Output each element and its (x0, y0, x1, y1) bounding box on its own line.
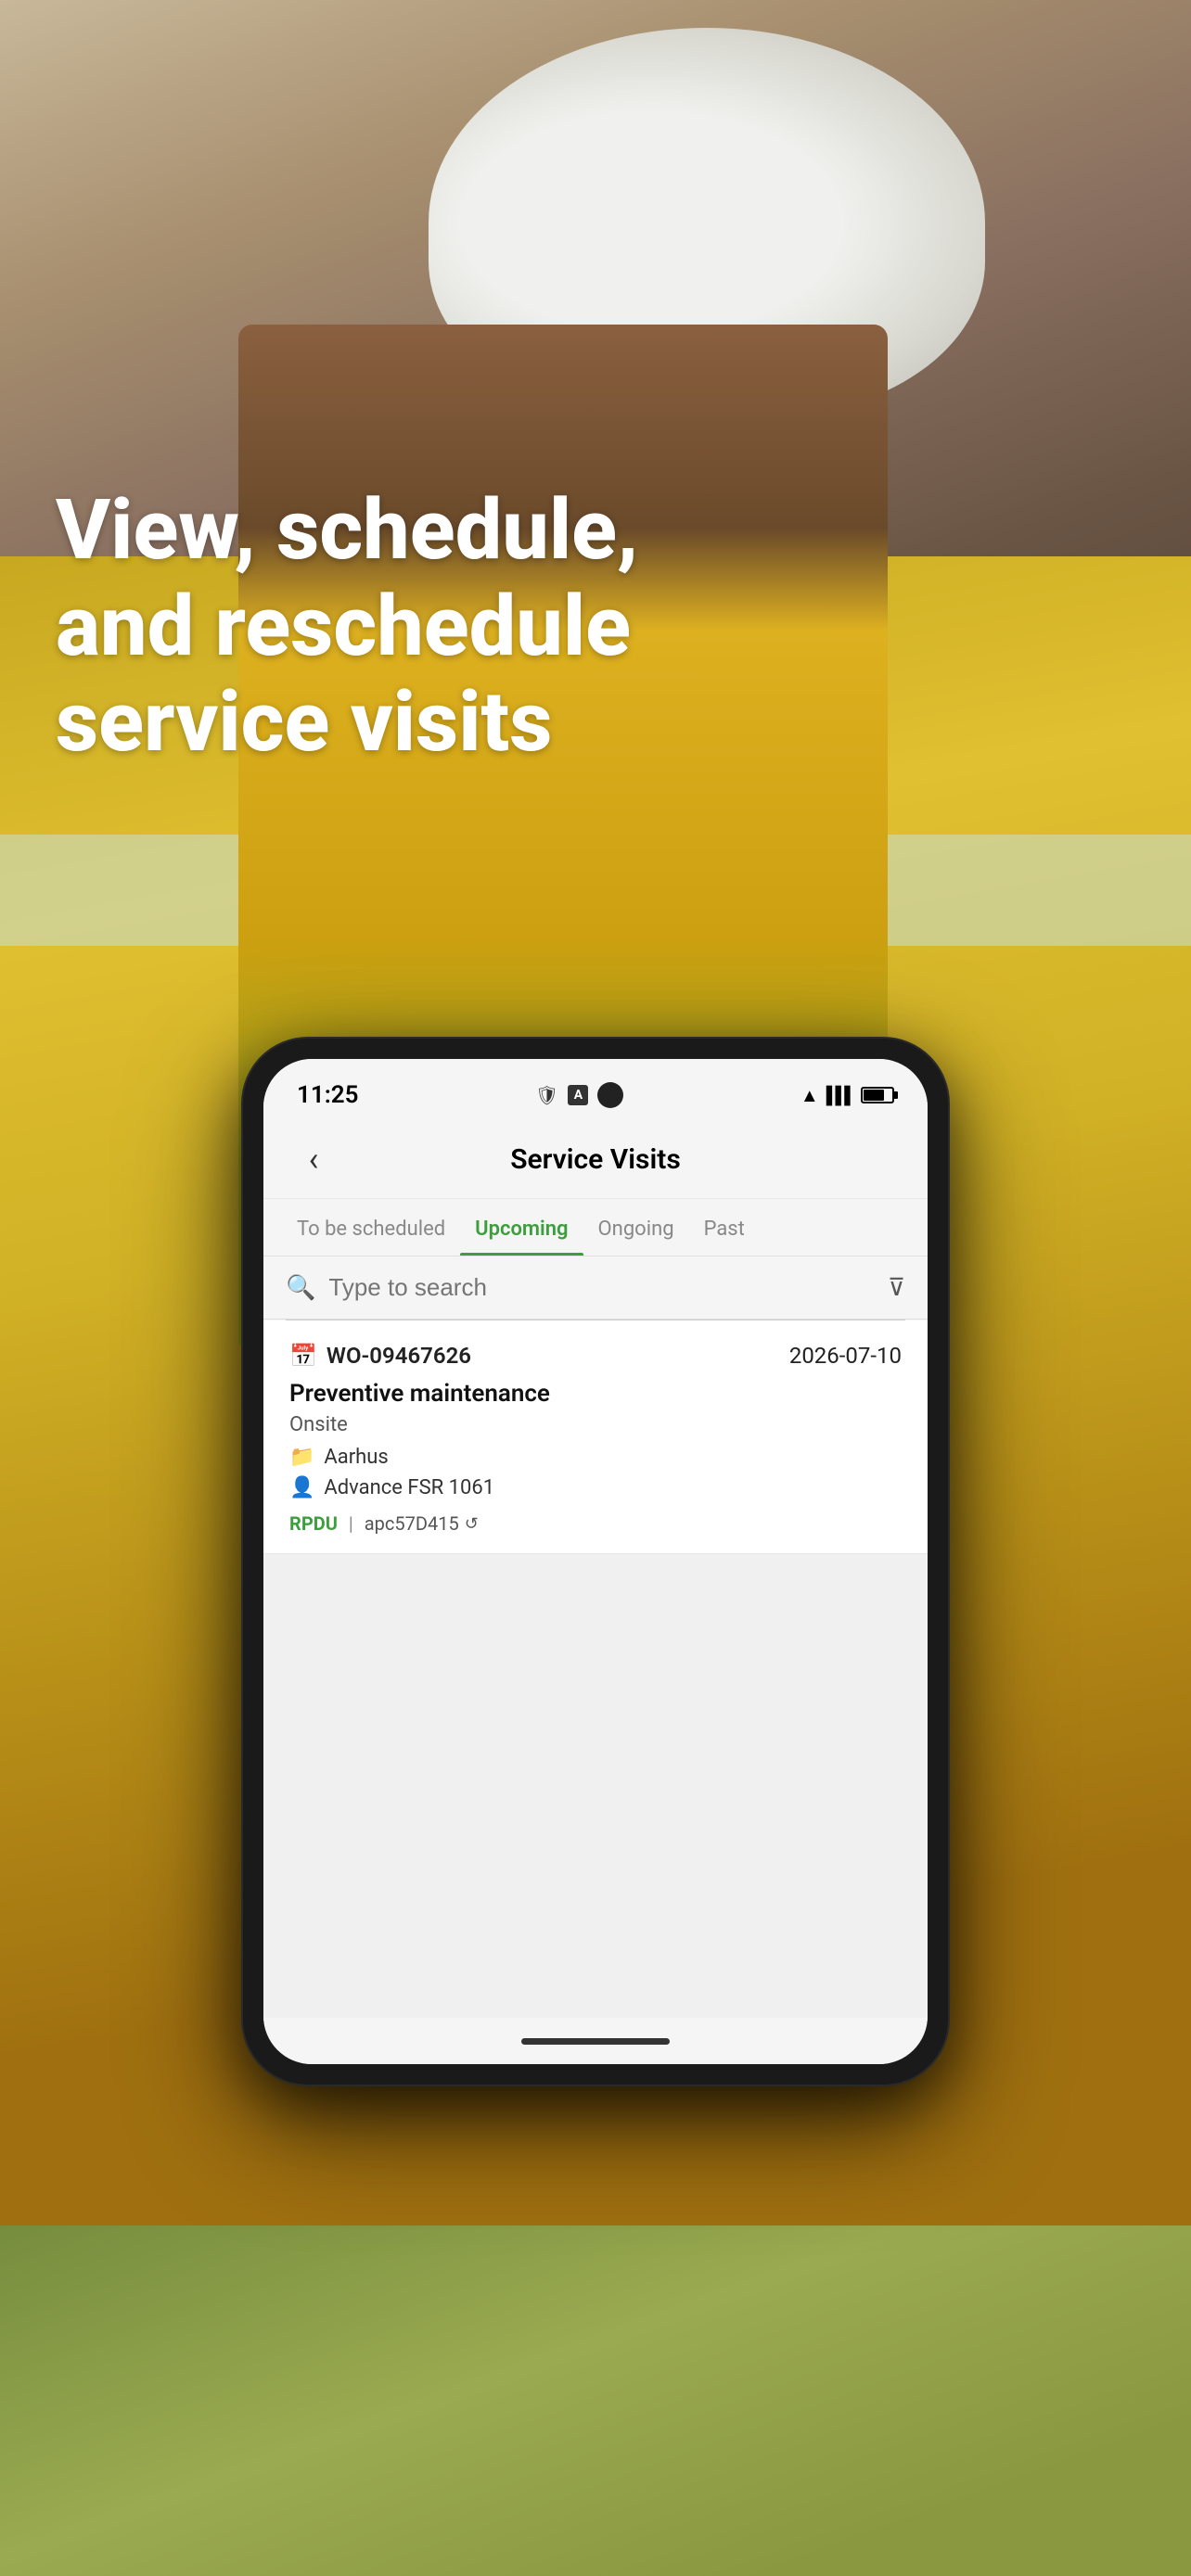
home-indicator[interactable] (263, 2018, 928, 2064)
tab-to-be-scheduled[interactable]: To be scheduled (282, 1199, 460, 1256)
search-icon: 🔍 (286, 1274, 315, 1302)
tab-past[interactable]: Past (689, 1199, 760, 1256)
phone-screen: 11:25 🛡 A ▲ ▌▌▌ ‹ S (263, 1059, 928, 2064)
back-button[interactable]: ‹ (291, 1137, 336, 1181)
battery-icon (861, 1087, 894, 1103)
empty-content-area (263, 1554, 928, 2018)
app-title: Service Visits (336, 1143, 855, 1176)
visit-card[interactable]: 📅 WO-09467626 2026-07-10 Preventive main… (263, 1320, 928, 1554)
visit-date: 2026-07-10 (789, 1343, 902, 1369)
app-header: ‹ Service Visits (263, 1124, 928, 1199)
visit-engineer-row: 👤 Advance FSR 1061 (289, 1476, 902, 1499)
folder-icon: 📁 (289, 1446, 314, 1469)
hero-headline: View, schedule, and reschedule service v… (56, 481, 638, 771)
visit-location: Aarhus (324, 1446, 388, 1469)
back-arrow-icon: ‹ (309, 1142, 319, 1176)
hero-text: View, schedule, and reschedule service v… (56, 482, 705, 771)
recycle-icon: ↺ (465, 1514, 479, 1534)
tab-ongoing[interactable]: Ongoing (583, 1199, 689, 1256)
visit-location-row: 📁 Aarhus (289, 1446, 902, 1469)
tag-primary: RPDU (289, 1512, 338, 1535)
tabs-container: To be scheduled Upcoming Ongoing Past (263, 1199, 928, 1256)
visit-mode: Onsite (289, 1413, 902, 1436)
signal-icon: ▌▌▌ (826, 1086, 853, 1105)
camera-dot (597, 1082, 623, 1108)
status-time: 11:25 (297, 1081, 359, 1109)
visit-tags: RPDU | apc57D415 ↺ (289, 1512, 902, 1535)
status-center-icons: 🛡 A (535, 1082, 623, 1108)
status-bar: 11:25 🛡 A ▲ ▌▌▌ (263, 1059, 928, 1124)
tag-divider: | (349, 1512, 353, 1535)
visit-engineer: Advance FSR 1061 (324, 1476, 494, 1499)
status-right-icons: ▲ ▌▌▌ (800, 1084, 894, 1107)
wifi-icon: ▲ (800, 1084, 819, 1107)
person-icon: 👤 (289, 1476, 314, 1499)
phone-mockup: 11:25 🛡 A ▲ ▌▌▌ ‹ S (243, 1039, 948, 2085)
home-bar (521, 2038, 670, 2045)
tab-upcoming[interactable]: Upcoming (460, 1199, 583, 1256)
phone-outer-shell: 11:25 🛡 A ▲ ▌▌▌ ‹ S (243, 1039, 948, 2085)
search-bar: 🔍 ⊽ (263, 1256, 928, 1320)
calendar-icon: 📅 (289, 1343, 317, 1369)
visit-type: Preventive maintenance (289, 1380, 902, 1408)
tag-asset: apc57D415 ↺ (365, 1512, 479, 1535)
filter-icon[interactable]: ⊽ (888, 1274, 905, 1302)
shield-icon: 🛡 (535, 1084, 558, 1106)
search-input[interactable] (328, 1273, 875, 1302)
wo-wrap: 📅 WO-09467626 (289, 1343, 471, 1369)
visit-card-header: 📅 WO-09467626 2026-07-10 (289, 1343, 902, 1369)
a-icon: A (568, 1085, 588, 1105)
wo-number: WO-09467626 (327, 1343, 471, 1369)
